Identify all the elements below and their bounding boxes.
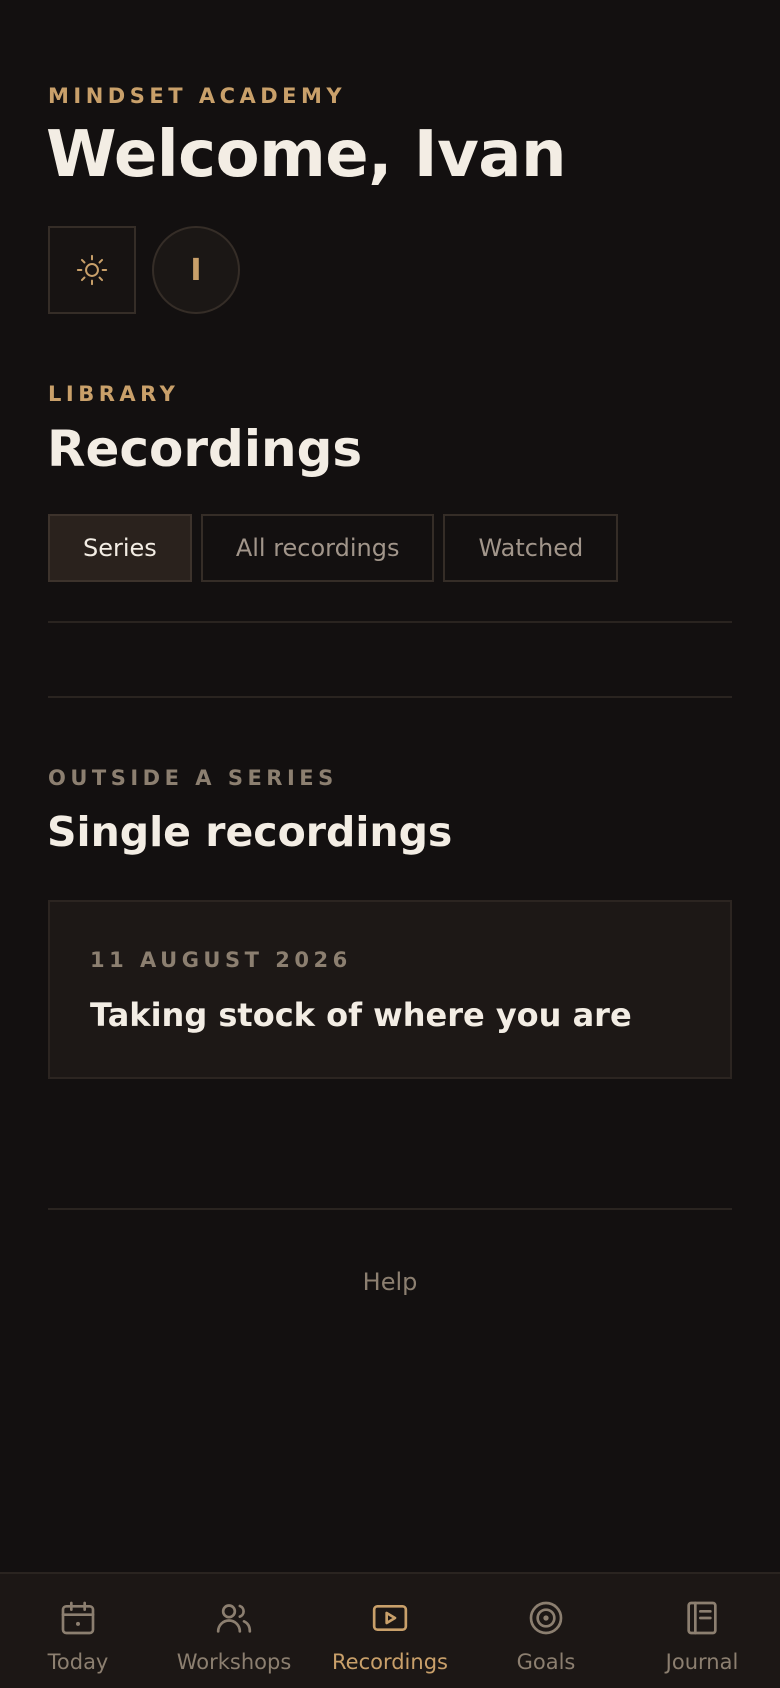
nav-label-today: Today <box>47 1650 109 1674</box>
people-icon <box>216 1604 252 1633</box>
recordings-title: Recordings <box>47 420 363 478</box>
avatar-initial: I <box>190 252 202 288</box>
nav-label-goals: Goals <box>516 1650 576 1674</box>
nav-label-journal: Journal <box>665 1650 739 1674</box>
nav-item-today[interactable]: Today <box>0 1574 156 1688</box>
bottom-nav: Today Workshops Recordings Goals Journal <box>0 1572 780 1688</box>
nav-item-workshops[interactable]: Workshops <box>156 1574 312 1688</box>
nav-item-recordings[interactable]: Recordings <box>312 1574 468 1688</box>
recording-title: Taking stock of where you are <box>90 996 632 1034</box>
nav-item-goals[interactable]: Goals <box>468 1574 624 1688</box>
nav-item-journal[interactable]: Journal <box>624 1574 780 1688</box>
tab-all-recordings[interactable]: All recordings <box>200 514 435 582</box>
library-eyebrow: LIBRARY <box>48 382 180 406</box>
welcome-title: Welcome, Ivan <box>46 118 567 192</box>
tab-watched[interactable]: Watched <box>443 514 619 582</box>
target-icon <box>529 1601 563 1635</box>
play-icon <box>372 1605 408 1631</box>
brand-eyebrow: MINDSET ACADEMY <box>48 84 347 108</box>
single-recordings-title: Single recordings <box>47 808 453 856</box>
journal-icon <box>687 1601 717 1635</box>
recording-card[interactable]: 11 AUGUST 2026 Taking stock of where you… <box>48 900 732 1079</box>
help-link[interactable]: Help <box>0 1268 780 1296</box>
avatar-button[interactable]: I <box>152 226 240 314</box>
theme-toggle-button[interactable] <box>48 226 136 314</box>
sun-icon <box>76 254 108 286</box>
nav-label-recordings: Recordings <box>332 1650 448 1674</box>
divider <box>48 1208 732 1210</box>
recordings-tabs: Series All recordings Watched <box>48 514 619 582</box>
tab-series[interactable]: Series <box>48 514 192 582</box>
singles-eyebrow: OUTSIDE A SERIES <box>48 766 338 790</box>
divider <box>48 621 732 623</box>
calendar-icon <box>61 1601 95 1635</box>
app-page: MINDSET ACADEMY Welcome, Ivan I LIBRARY … <box>0 0 780 1688</box>
divider <box>48 696 732 698</box>
recording-date: 11 AUGUST 2026 <box>90 948 352 972</box>
nav-label-workshops: Workshops <box>176 1650 292 1674</box>
